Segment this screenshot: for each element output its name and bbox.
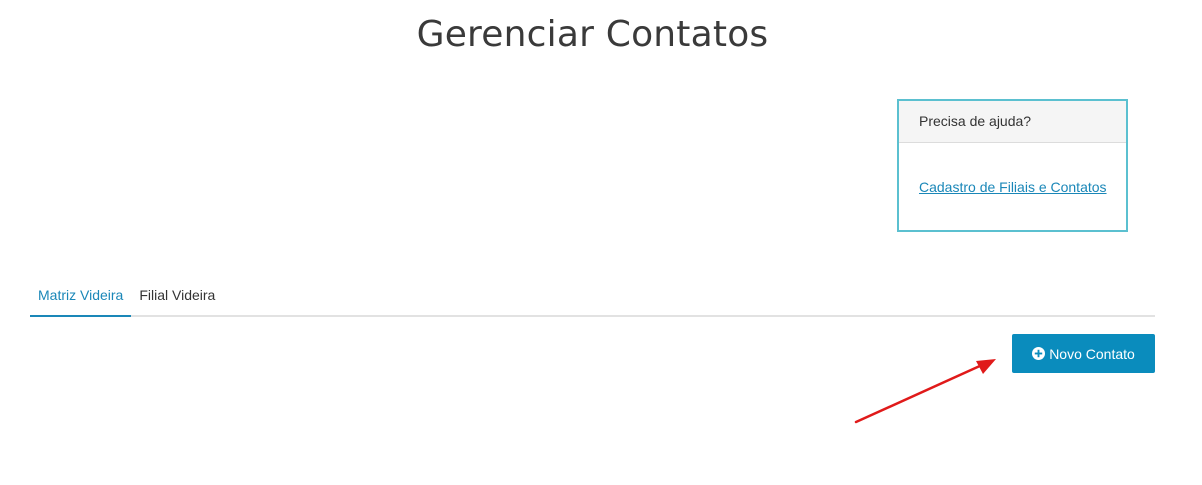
help-link-branches-contacts[interactable]: Cadastro de Filiais e Contatos xyxy=(919,179,1107,195)
help-panel-body: Cadastro de Filiais e Contatos xyxy=(899,143,1126,195)
help-panel-header: Precisa de ajuda? xyxy=(899,101,1126,143)
tab-matriz-videira[interactable]: Matriz Videira xyxy=(30,277,132,317)
help-panel: Precisa de ajuda? Cadastro de Filiais e … xyxy=(897,99,1128,232)
new-contact-label: Novo Contato xyxy=(1049,345,1135,362)
red-arrow-annotation xyxy=(854,359,996,424)
plus-circle-icon xyxy=(1032,347,1046,360)
branch-tabs: Matriz Videira Filial Videira xyxy=(30,277,1155,317)
new-contact-button[interactable]: Novo Contato xyxy=(1012,334,1155,373)
page-title: Gerenciar Contatos xyxy=(416,14,769,55)
tab-filial-videira[interactable]: Filial Videira xyxy=(131,277,223,317)
